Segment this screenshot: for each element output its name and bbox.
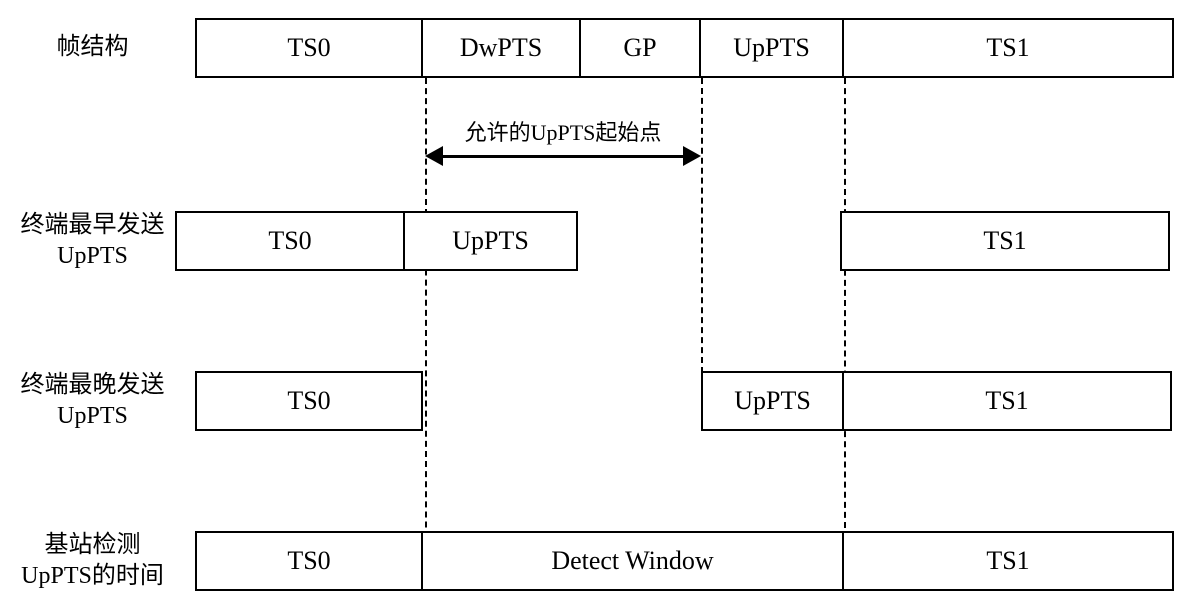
row-frame-structure: 帧结构 TS0 DwPTS GP UpPTS TS1 xyxy=(0,18,1174,78)
block-ts0-detect: TS0 xyxy=(195,531,423,591)
guide-line-uppts-end xyxy=(844,78,846,528)
timeline-earliest: TS0 UpPTS TS1 xyxy=(175,211,1170,271)
label-latest-send: 终端最晚发送 UpPTS xyxy=(0,370,195,432)
block-ts1-detect: TS1 xyxy=(844,531,1174,591)
arrow-line xyxy=(437,155,689,158)
block-ts1-earliest: TS1 xyxy=(840,211,1170,271)
label-earliest-send: 终端最早发送 UpPTS xyxy=(0,210,195,272)
arrow-allowed-range xyxy=(425,145,701,169)
timeline-frame-structure: TS0 DwPTS GP UpPTS TS1 xyxy=(195,18,1174,78)
block-ts1: TS1 xyxy=(844,18,1174,78)
annotation-allowed-start: 允许的UpPTS起始点 xyxy=(425,115,701,147)
block-ts0: TS0 xyxy=(195,18,423,78)
label-frame-structure: 帧结构 xyxy=(0,32,195,63)
row-latest-send: 终端最晚发送 UpPTS TS0 UpPTS TS1 xyxy=(0,370,1172,432)
arrowhead-right-icon xyxy=(683,146,701,166)
block-ts1-latest: TS1 xyxy=(842,371,1172,431)
block-ts0-earliest: TS0 xyxy=(175,211,405,271)
row-detect-window: 基站检测 UpPTS的时间 TS0 Detect Window TS1 xyxy=(0,530,1174,592)
block-gp: GP xyxy=(581,18,701,78)
block-uppts: UpPTS xyxy=(701,18,844,78)
block-uppts-latest: UpPTS xyxy=(701,371,844,431)
label-detect-time: 基站检测 UpPTS的时间 xyxy=(0,530,195,592)
row-earliest-send: 终端最早发送 UpPTS TS0 UpPTS TS1 xyxy=(0,210,1170,272)
block-ts0-latest: TS0 xyxy=(195,371,423,431)
timeline-latest: TS0 UpPTS TS1 xyxy=(195,371,1172,431)
timeline-detect: TS0 Detect Window TS1 xyxy=(195,531,1174,591)
block-dwpts: DwPTS xyxy=(423,18,581,78)
block-detect-window: Detect Window xyxy=(423,531,844,591)
block-uppts-earliest: UpPTS xyxy=(403,211,578,271)
